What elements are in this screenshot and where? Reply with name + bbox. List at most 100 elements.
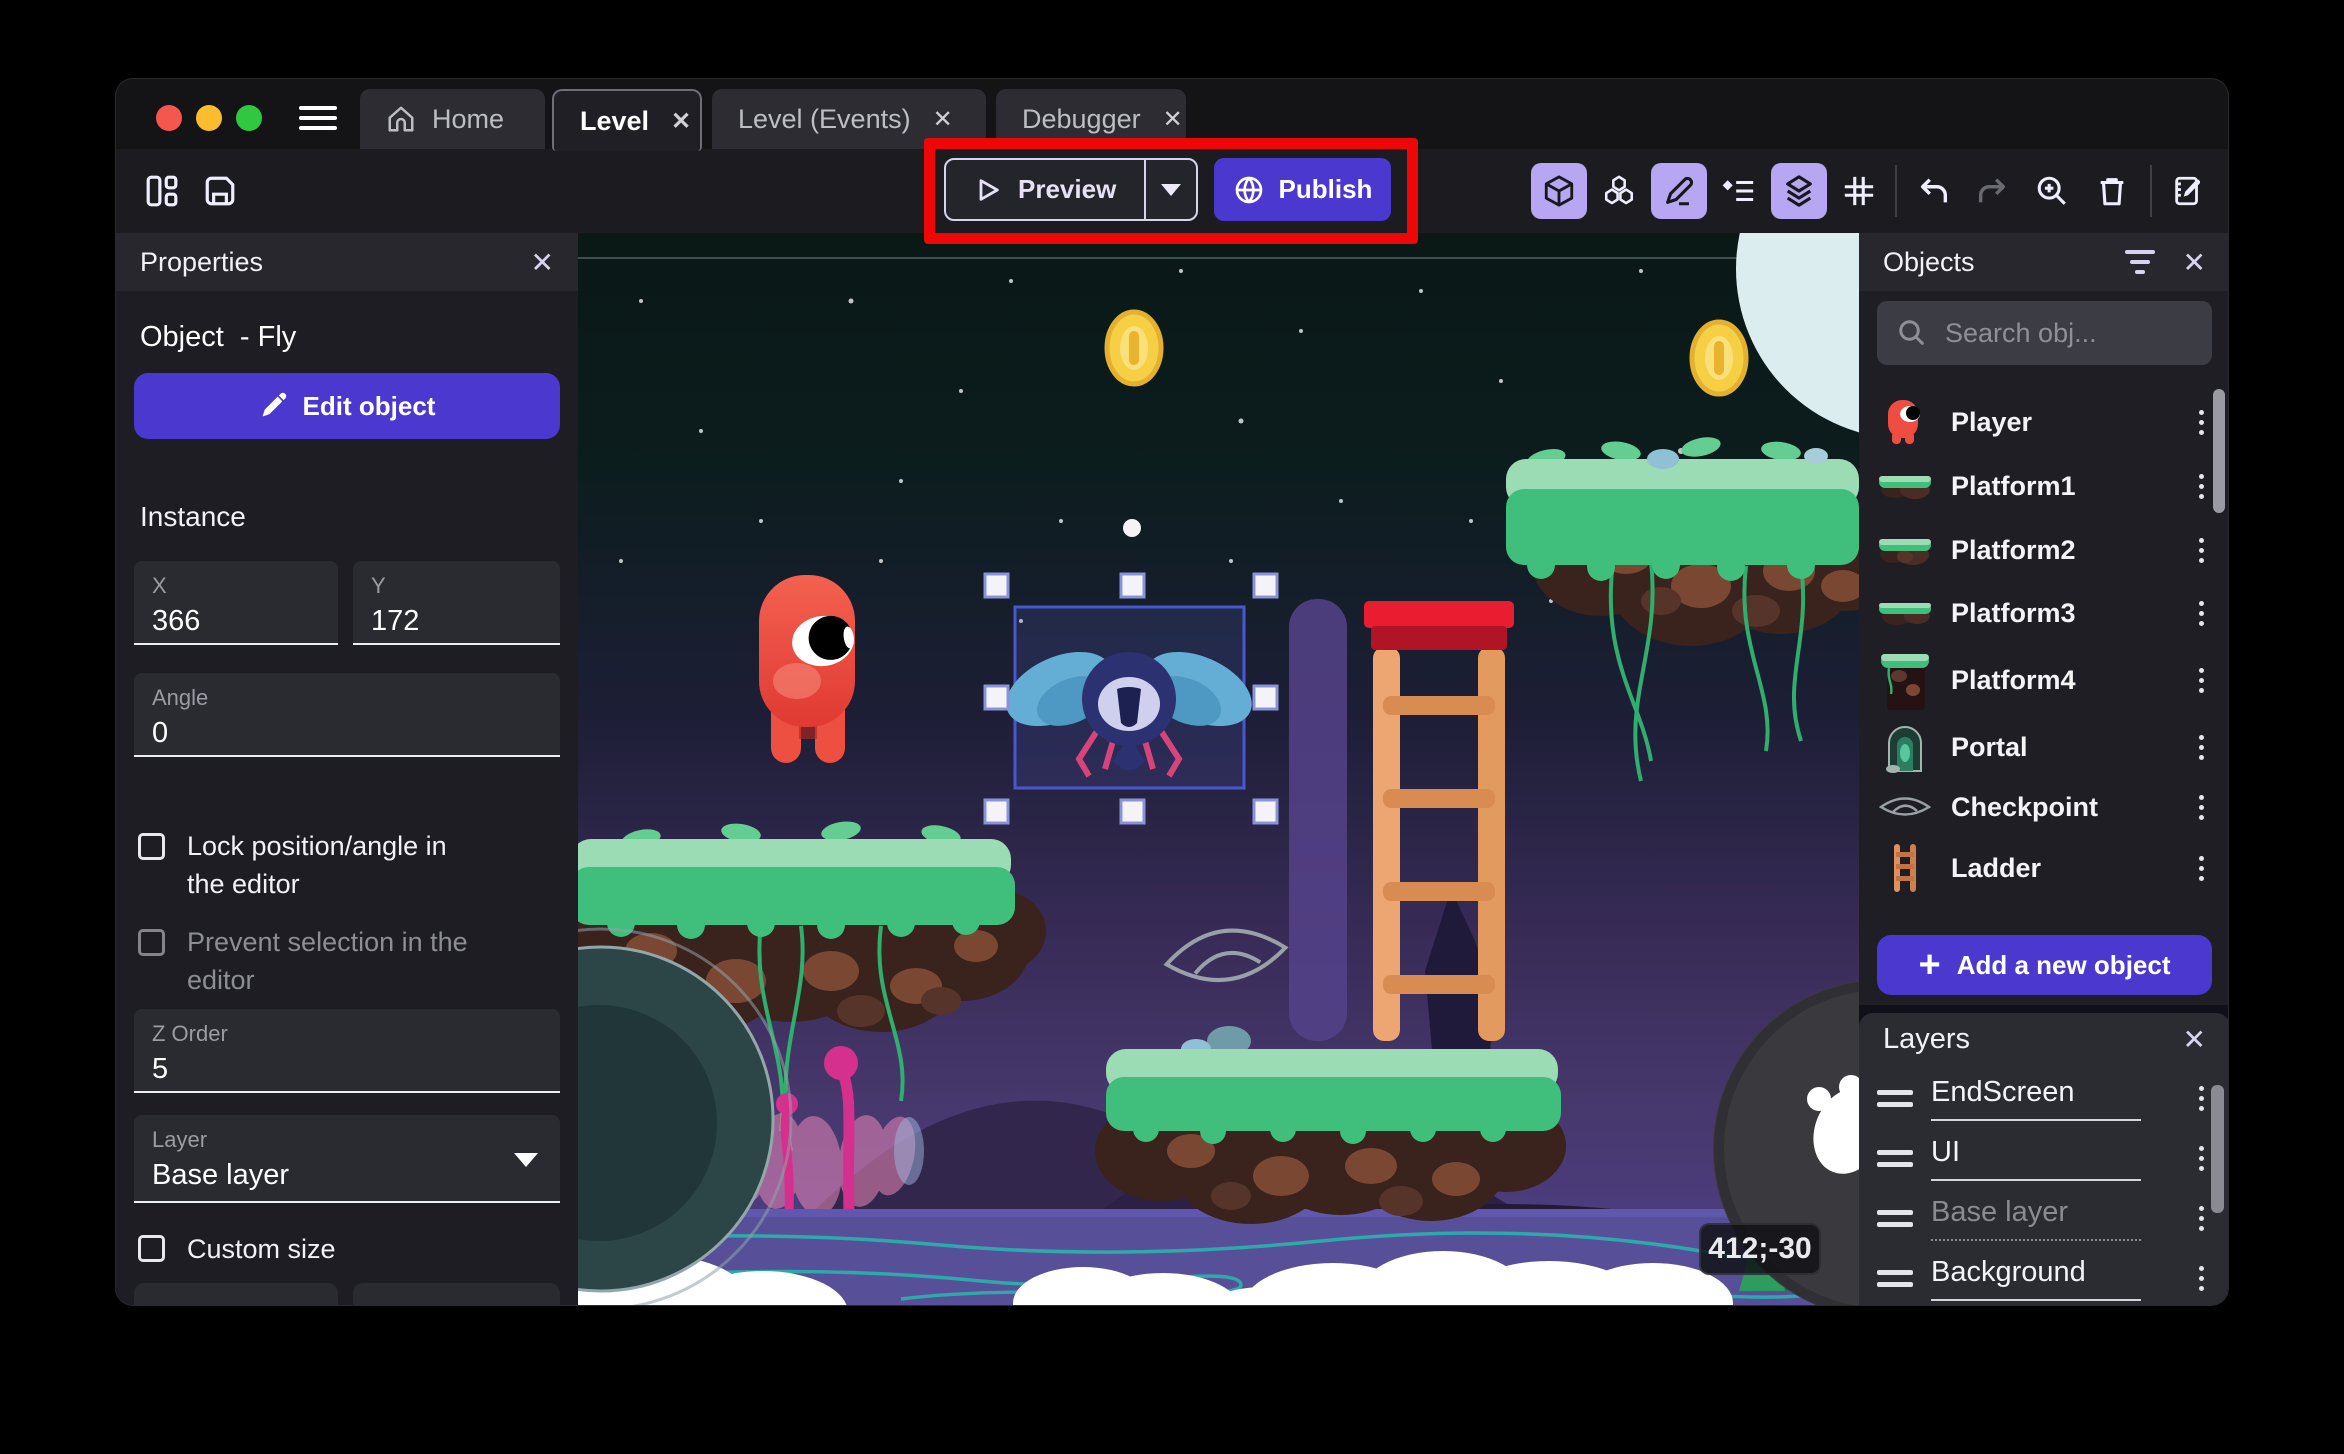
layer-select[interactable]: Layer Base layer	[134, 1115, 560, 1203]
preview-options-dropdown[interactable]	[1144, 160, 1196, 219]
kebab-menu-icon[interactable]	[2199, 855, 2204, 881]
kebab-menu-icon[interactable]	[2199, 794, 2204, 820]
edit-object-button[interactable]: Edit object	[134, 373, 560, 439]
globe-icon	[1235, 176, 1262, 203]
checkbox-icon[interactable]	[138, 833, 165, 860]
coin-instance[interactable]	[1689, 319, 1749, 397]
coin-instance[interactable]	[1104, 309, 1164, 387]
add-object-button[interactable]: + Add a new object	[1877, 935, 2212, 995]
kebab-menu-icon[interactable]	[2199, 1145, 2204, 1171]
close-icon[interactable]: ✕	[1163, 105, 1183, 134]
home-icon	[388, 106, 414, 132]
kebab-menu-icon[interactable]	[2199, 537, 2204, 563]
kebab-menu-icon[interactable]	[2199, 1085, 2204, 1111]
x-field[interactable]: X 366	[134, 561, 338, 645]
drag-handle-icon[interactable]	[1877, 1089, 1913, 1107]
ladder-thumbnail-icon	[1873, 842, 1937, 894]
kebab-menu-icon[interactable]	[2199, 667, 2204, 693]
tab-level-events[interactable]: Level (Events) ✕	[712, 89, 986, 149]
y-value[interactable]: 172	[371, 605, 542, 638]
object-row-checkpoint[interactable]: Checkpoint	[1859, 775, 2228, 839]
rotate-handle[interactable]	[1123, 519, 1141, 537]
undo-button[interactable]	[1906, 163, 1962, 219]
kebab-menu-icon[interactable]	[2199, 600, 2204, 626]
drag-handle-icon[interactable]	[1877, 1269, 1913, 1287]
grid-button[interactable]	[1831, 163, 1887, 219]
y-field[interactable]: Y 172	[353, 561, 560, 645]
close-icon[interactable]: ✕	[2183, 1023, 2206, 1056]
prevent-selection-checkbox-row[interactable]: Prevent selection in the editor	[138, 923, 556, 999]
object-label: Platform4	[1951, 664, 2076, 695]
close-icon[interactable]: ✕	[531, 246, 554, 279]
close-icon[interactable]: ✕	[933, 105, 953, 134]
portal-thumbnail-icon	[1873, 721, 1937, 773]
custom-size-checkbox-row[interactable]: Custom size	[138, 1235, 556, 1263]
z-order-field[interactable]: Z Order 5	[134, 1009, 560, 1093]
layer-row-base-layer[interactable]: Base layer	[1859, 1189, 2228, 1247]
kebab-menu-icon[interactable]	[2199, 1265, 2204, 1291]
notebook-edit-icon	[2175, 176, 2201, 206]
toggle-panels-button[interactable]	[134, 163, 190, 219]
objects-scrollbar[interactable]	[2213, 389, 2225, 513]
preview-button-group: Preview	[944, 158, 1199, 221]
layer-value[interactable]: Base layer	[152, 1159, 542, 1192]
checkbox-icon[interactable]	[138, 929, 165, 956]
layer-row-endscreen[interactable]: EndScreen	[1859, 1069, 2228, 1127]
kebab-menu-icon[interactable]	[2199, 734, 2204, 760]
redo-button[interactable]	[1964, 163, 2020, 219]
angle-value[interactable]: 0	[152, 717, 542, 750]
platform-instance[interactable]	[1095, 1026, 1566, 1224]
kebab-menu-icon[interactable]	[2199, 1205, 2204, 1231]
filter-icon[interactable]	[2124, 250, 2155, 274]
object-row-player[interactable]: Player	[1859, 390, 2228, 454]
edit-mode-button[interactable]	[1651, 163, 1707, 219]
object-label: Checkpoint	[1951, 791, 2099, 822]
lock-position-checkbox-row[interactable]: Lock position/angle in the editor	[138, 827, 556, 903]
kebab-menu-icon[interactable]	[2199, 473, 2204, 499]
tab-home[interactable]: Home	[360, 89, 545, 149]
layers-scrollbar[interactable]	[2211, 1085, 2224, 1213]
object-row-platform3[interactable]: Platform3	[1859, 581, 2228, 645]
z-order-value[interactable]: 5	[152, 1053, 542, 1086]
tab-debugger[interactable]: Debugger ✕	[996, 89, 1186, 149]
platform-thumbnail-icon	[1873, 650, 1937, 710]
object-search-box[interactable]	[1877, 301, 2212, 365]
delete-button[interactable]	[2084, 163, 2140, 219]
publish-button[interactable]: Publish	[1214, 158, 1391, 221]
object-row-portal[interactable]: Portal	[1859, 715, 2228, 779]
layers-panel-button[interactable]	[1771, 163, 1827, 219]
tab-level[interactable]: Level ✕	[552, 89, 702, 151]
zoom-in-button[interactable]	[2024, 163, 2080, 219]
height-field-partial[interactable]	[353, 1283, 560, 1305]
x-value[interactable]: 366	[152, 605, 320, 638]
main-menu-icon[interactable]	[299, 106, 339, 132]
close-icon[interactable]: ✕	[671, 107, 691, 136]
preview-button[interactable]: Preview	[946, 160, 1144, 219]
object-row-platform4[interactable]: Platform4	[1859, 645, 2228, 715]
edit-scene-properties-button[interactable]	[2160, 163, 2216, 219]
close-icon[interactable]: ✕	[2183, 246, 2206, 279]
object-row-platform2[interactable]: Platform2	[1859, 518, 2228, 582]
object-row-ladder[interactable]: Ladder	[1859, 836, 2228, 900]
player-instance[interactable]	[759, 575, 857, 763]
layer-row-background[interactable]: Background	[1859, 1249, 2228, 1305]
select-objects-mode-button[interactable]	[1531, 163, 1587, 219]
checkbox-icon[interactable]	[138, 1235, 165, 1262]
layer-row-ui[interactable]: UI	[1859, 1129, 2228, 1187]
maximize-window-button[interactable]	[236, 105, 262, 131]
object-row-platform1[interactable]: Platform1	[1859, 454, 2228, 518]
kebab-menu-icon[interactable]	[2199, 409, 2204, 435]
width-field-partial[interactable]	[134, 1283, 338, 1305]
save-button[interactable]	[192, 163, 248, 219]
drag-handle-icon[interactable]	[1877, 1149, 1913, 1167]
instances-mode-button[interactable]	[1591, 163, 1647, 219]
layers-panel: Layers ✕ EndScreen UI Base layer Backgro…	[1859, 1013, 2228, 1305]
drag-handle-icon[interactable]	[1877, 1209, 1913, 1227]
close-window-button[interactable]	[156, 105, 182, 131]
angle-field[interactable]: Angle 0	[134, 673, 560, 757]
scene-canvas[interactable]	[578, 233, 1859, 1306]
properties-panel-header: Properties ✕	[116, 233, 578, 291]
instances-list-button[interactable]	[1711, 163, 1767, 219]
minimize-window-button[interactable]	[196, 105, 222, 131]
search-input[interactable]	[1945, 317, 2175, 349]
